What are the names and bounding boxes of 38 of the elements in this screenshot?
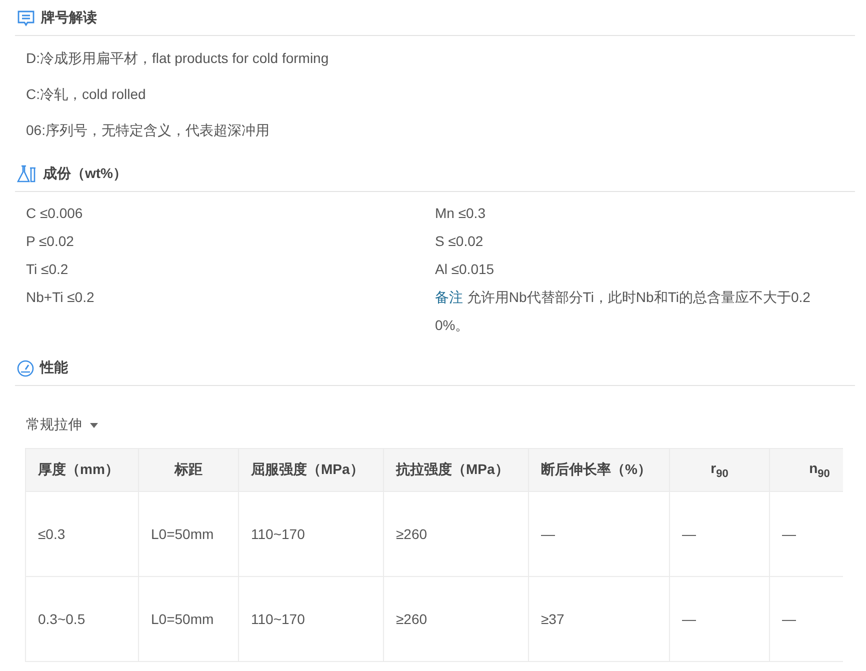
table-cell: — — [528, 492, 670, 576]
flask-icon — [17, 165, 37, 183]
table-cell: 0.3~0.5 — [26, 576, 138, 662]
gauge-icon — [17, 360, 34, 376]
element-limit: P ≤0.02 — [26, 232, 75, 251]
table-cell: ≥260 — [384, 492, 528, 576]
column-header: 屈服强度（MPa） — [238, 448, 384, 492]
column-header: r$_{90}$ — [670, 448, 770, 492]
message-icon — [17, 10, 35, 26]
column-header: 厚度（mm） — [26, 448, 138, 492]
column-header: n$_{90}$ — [770, 448, 843, 492]
table-cell: ≥260 — [384, 576, 528, 662]
section-title: 牌号解读 — [41, 9, 97, 27]
table-cell: 110~170 — [238, 576, 384, 662]
designation-text: C:冷轧，cold rolled — [26, 86, 147, 104]
note-text: 备注 允许用Nb代替部分Ti，此时Nb和Ti的总含量应不大于0.20%。 — [435, 288, 812, 335]
element-limit: Al ≤0.015 — [435, 260, 496, 279]
table-cell: — — [670, 492, 770, 576]
caret-icon — [90, 422, 98, 428]
element-limit: S ≤0.02 — [435, 232, 484, 251]
element-limit: C ≤0.006 — [26, 204, 84, 223]
table-cell: L0=50mm — [138, 492, 238, 576]
section-title: 性能 — [40, 359, 68, 377]
table-cell: ≥37 — [528, 576, 670, 662]
element-limit: Nb+Ti ≤0.2 — [26, 288, 96, 307]
element-limit: Ti ≤0.2 — [26, 260, 70, 279]
designation-text: 06:序列号，无特定含义，代表超深冲用 — [26, 122, 270, 140]
column-header: 标距 — [138, 448, 238, 492]
element-limit: Mn ≤0.3 — [435, 204, 486, 223]
section-title: 成份（wt%） — [43, 165, 127, 183]
column-header: 断后伸长率（%） — [528, 448, 670, 492]
table-cell: 110~170 — [238, 492, 384, 576]
table-cell: ≤0.3 — [26, 492, 138, 576]
table-cell: L0=50mm — [138, 576, 238, 662]
table-cell: — — [670, 576, 770, 662]
designation-text: D:冷成形用扁平材，flat products for cold forming — [26, 50, 330, 68]
column-header: 抗拉强度（MPa） — [384, 448, 528, 492]
test-type-dropdown[interactable]: 常规拉伸 — [26, 416, 98, 434]
